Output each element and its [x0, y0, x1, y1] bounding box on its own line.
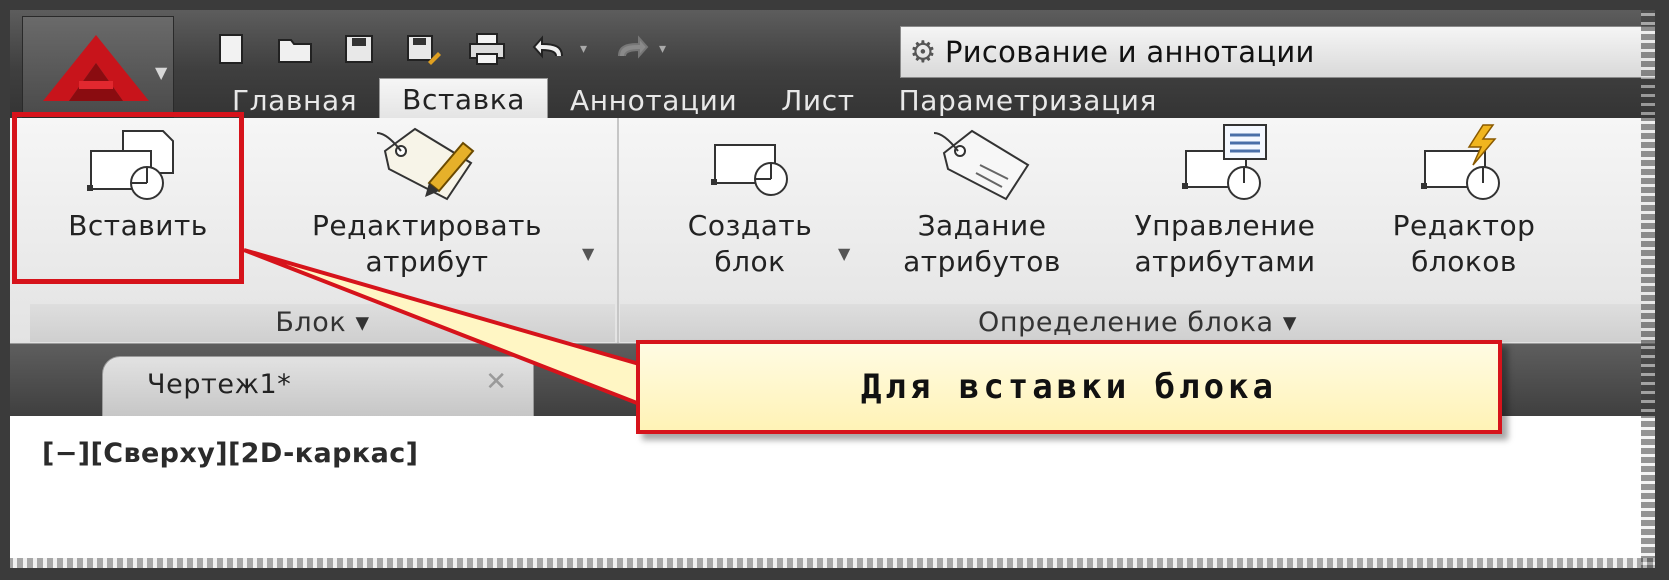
callout-text: Для вставки блока	[861, 367, 1277, 407]
callout-pointer	[243, 248, 662, 415]
callout-box: Для вставки блока	[636, 340, 1502, 434]
